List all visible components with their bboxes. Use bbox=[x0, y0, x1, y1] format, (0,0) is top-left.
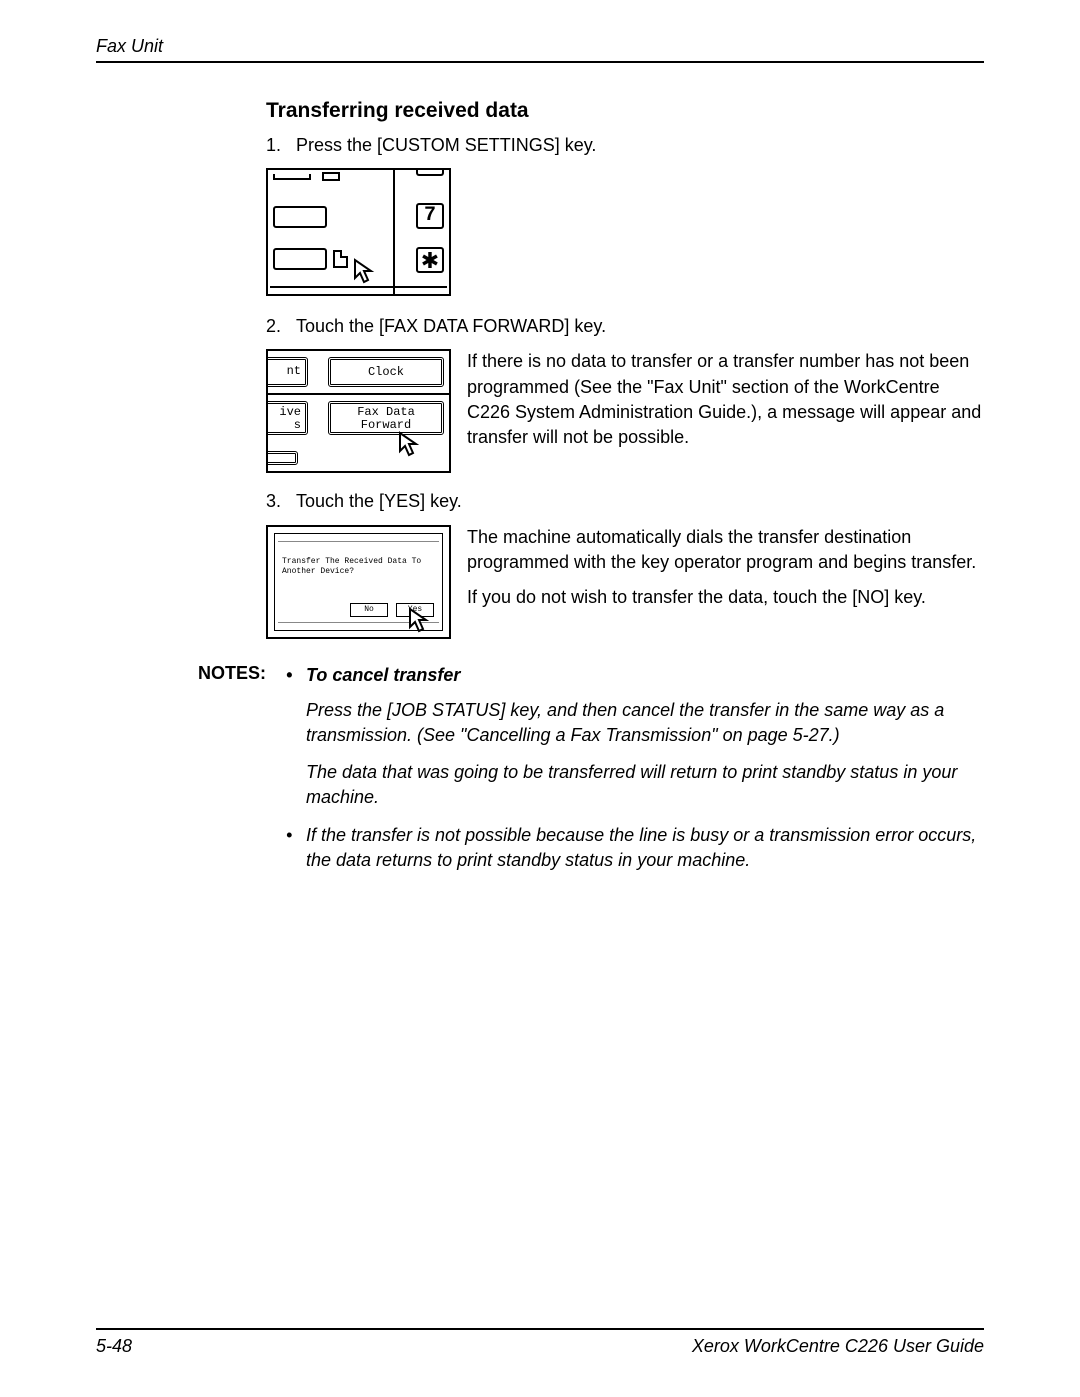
pointer-arrow-icon bbox=[408, 607, 432, 633]
panel-line bbox=[270, 286, 447, 288]
touch-button-fragment: nt bbox=[266, 357, 308, 387]
clock-button: Clock bbox=[328, 357, 444, 387]
pointer-arrow-icon bbox=[353, 258, 377, 284]
top-rule bbox=[96, 61, 984, 63]
no-button: No bbox=[350, 603, 388, 617]
step-2-number: 2. bbox=[266, 314, 296, 339]
key-outline bbox=[273, 248, 327, 270]
fax-data-forward-button: Fax Data Forward bbox=[328, 401, 444, 435]
step-2-side-text: If there is no data to transfer or a tra… bbox=[467, 349, 984, 450]
touch-button-fragment: ive s bbox=[266, 401, 308, 435]
bottom-rule bbox=[96, 1328, 984, 1330]
bullet-dot: • bbox=[286, 663, 306, 688]
guide-title: Xerox WorkCentre C226 User Guide bbox=[692, 1336, 984, 1357]
document-icon bbox=[333, 250, 348, 268]
dialog-message: Transfer The Received Data To Another De… bbox=[282, 557, 435, 577]
touch-button-fragment bbox=[266, 451, 298, 465]
keypad-7: 7 bbox=[416, 203, 444, 229]
panel-line bbox=[268, 393, 450, 395]
note-bullet-1: • To cancel transfer bbox=[286, 663, 984, 688]
content-column: Transferring received data 1. Press the … bbox=[266, 99, 984, 639]
step-2: 2. Touch the [FAX DATA FORWARD] key. bbox=[266, 314, 984, 339]
step-3-side-p1: The machine automatically dials the tran… bbox=[467, 525, 984, 575]
panel-divider bbox=[393, 170, 395, 294]
page-number: 5-48 bbox=[96, 1336, 132, 1357]
note-bullet-2: • If the transfer is not possible becaus… bbox=[286, 823, 984, 873]
step-3-side-p2: If you do not wish to transfer the data,… bbox=[467, 585, 984, 610]
note-1-title: To cancel transfer bbox=[306, 663, 460, 688]
note-1-paragraph-2: The data that was going to be transferre… bbox=[306, 760, 984, 810]
key-outline bbox=[273, 174, 311, 180]
step-3-description: The machine automatically dials the tran… bbox=[467, 525, 984, 621]
pointer-arrow-icon bbox=[398, 431, 422, 457]
figure-2-touchpanel: nt Clock ive s Fax Data Forward bbox=[266, 349, 451, 473]
notes-body: • To cancel transfer Press the [JOB STAT… bbox=[286, 663, 984, 883]
step-1: 1. Press the [CUSTOM SETTINGS] key. bbox=[266, 133, 984, 158]
notes-section: NOTES: • To cancel transfer Press the [J… bbox=[196, 663, 984, 883]
keypad-star: ✱ bbox=[416, 247, 444, 273]
figure-3-dialog: Transfer The Received Data To Another De… bbox=[266, 525, 451, 639]
running-head: Fax Unit bbox=[96, 36, 984, 57]
bullet-dot: • bbox=[286, 823, 306, 873]
step-1-text: Press the [CUSTOM SETTINGS] key. bbox=[296, 133, 984, 158]
step-3-number: 3. bbox=[266, 489, 296, 514]
key-outline bbox=[322, 172, 340, 181]
notes-label: NOTES: bbox=[196, 663, 286, 883]
section-heading: Transferring received data bbox=[266, 99, 984, 123]
footer: 5-48 Xerox WorkCentre C226 User Guide bbox=[96, 1328, 984, 1357]
dialog-rule bbox=[278, 541, 439, 542]
note-1-paragraph-1: Press the [JOB STATUS] key, and then can… bbox=[306, 698, 984, 748]
step-3-text: Touch the [YES] key. bbox=[296, 489, 984, 514]
step-2-text: Touch the [FAX DATA FORWARD] key. bbox=[296, 314, 984, 339]
step-3: 3. Touch the [YES] key. bbox=[266, 489, 984, 514]
note-2-text: If the transfer is not possible because … bbox=[306, 823, 984, 873]
key-outline bbox=[273, 206, 327, 228]
step-1-number: 1. bbox=[266, 133, 296, 158]
key-outline bbox=[416, 170, 444, 176]
figure-1-keypad: 7 ✱ bbox=[266, 168, 451, 296]
step-2-description: If there is no data to transfer or a tra… bbox=[467, 349, 984, 460]
